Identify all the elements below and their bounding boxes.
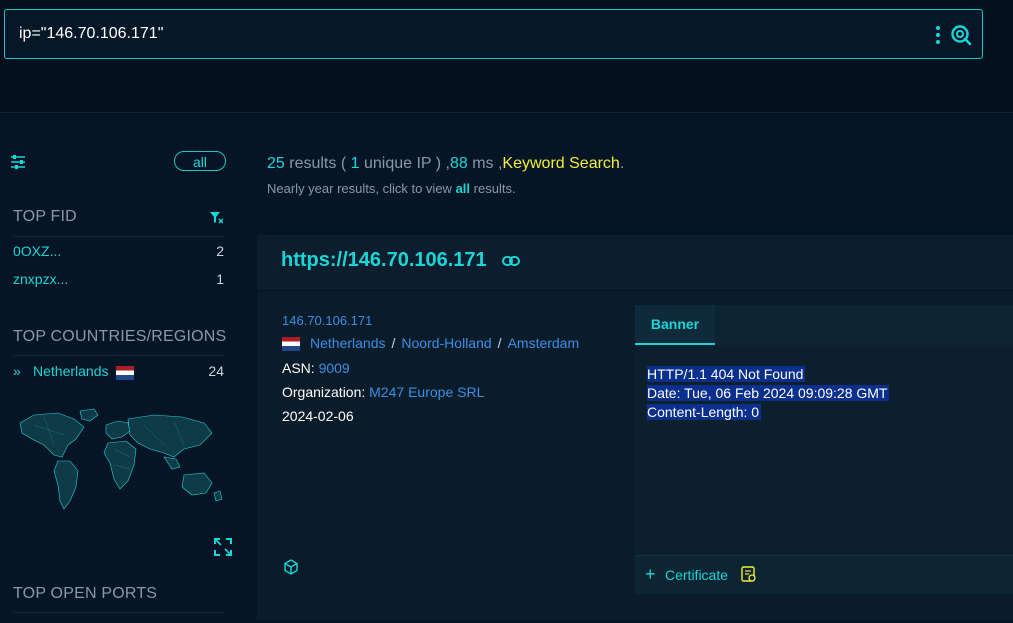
date-text: 2024-02-06 [282, 408, 354, 424]
separator: / [497, 335, 502, 351]
result-card: https://146.70.106.171 146.70.106.171 Ne… [257, 235, 1013, 620]
banner-content: HTTP/1.1 404 Not Found Date: Tue, 06 Feb… [635, 345, 1013, 555]
unique-word: unique IP ) , [363, 155, 450, 172]
results-main: 25 results ( 1 unique IP ) ,88 ms ,Keywo… [236, 113, 1013, 623]
divider [13, 355, 224, 356]
fid-count: 2 [216, 243, 224, 259]
divider [13, 236, 224, 237]
divider [13, 612, 224, 613]
organization-link[interactable]: M247 Europe SRL [369, 384, 484, 400]
netherlands-flag-icon [282, 337, 300, 352]
all-filter-button[interactable]: all [174, 151, 226, 171]
fid-item[interactable]: 0OXZ... 2 [13, 243, 224, 263]
ip-text[interactable]: 146.70.106.171 [282, 313, 372, 328]
subline-text-end: results. [473, 181, 516, 196]
top-bar: ip="146.70.106.171" [0, 0, 1013, 113]
plus-icon[interactable]: + [645, 564, 656, 585]
sidebar: all TOP FID 0OXZ... 2 znxpzx... 1 TOP CO… [0, 113, 236, 623]
link-icon[interactable] [502, 256, 520, 266]
search-icon[interactable] [950, 24, 972, 46]
fid-name[interactable]: 0OXZ... [13, 243, 61, 259]
view-all-link[interactable]: all [456, 181, 470, 196]
country-item[interactable]: » Netherlands 24 [13, 363, 224, 383]
chevron-right-icon: » [13, 363, 21, 379]
country-name[interactable]: Netherlands [33, 363, 109, 379]
banner-line: HTTP/1.1 404 Not Found [647, 366, 806, 382]
banner-line: Content-Length: 0 [647, 404, 762, 420]
location-line: Netherlands / Noord-Holland / Amsterdam [282, 335, 580, 352]
banner-text: HTTP/1.1 404 Not Found Date: Tue, 06 Feb… [647, 365, 890, 422]
fid-count: 1 [216, 271, 224, 287]
asn-label: ASN: [282, 360, 315, 376]
banner-panel: Banner HTTP/1.1 404 Not Found Date: Tue,… [635, 305, 1013, 594]
fid-item[interactable]: znxpzx... 1 [13, 271, 224, 291]
result-card-header: https://146.70.106.171 [257, 235, 1013, 291]
top-open-ports-title: TOP OPEN PORTS [13, 585, 158, 602]
country-link[interactable]: Netherlands [310, 335, 386, 351]
certificate-icon[interactable] [741, 566, 757, 583]
ms-word: ms , [472, 155, 503, 172]
search-input[interactable]: ip="146.70.106.171" [19, 25, 163, 43]
period: . [619, 155, 625, 172]
region-link[interactable]: Noord-Holland [401, 335, 491, 351]
results-word: results ( [289, 155, 347, 172]
ip-link[interactable]: 146.70.106.171 [282, 312, 372, 328]
expand-icon[interactable] [213, 537, 233, 557]
world-map[interactable] [14, 405, 224, 517]
organization-line: Organization: M247 Europe SRL [282, 384, 484, 400]
top-countries-title: TOP COUNTRIES/REGIONS [13, 328, 227, 345]
result-url-link[interactable]: https://146.70.106.171 [281, 249, 487, 272]
results-summary: 25 results ( 1 unique IP ) ,88 ms ,Keywo… [267, 155, 624, 173]
search-bar[interactable]: ip="146.70.106.171" [4, 9, 983, 59]
more-options-icon[interactable] [936, 26, 940, 44]
certificate-button[interactable]: Certificate [665, 567, 728, 583]
fid-name[interactable]: znxpzx... [13, 271, 68, 287]
result-count: 25 [267, 155, 285, 172]
banner-line: Date: Tue, 06 Feb 2024 09:09:28 GMT [647, 385, 890, 401]
search-mode-label: Keyword Search [502, 155, 620, 172]
tab-banner[interactable]: Banner [635, 305, 715, 345]
city-link[interactable]: Amsterdam [508, 335, 580, 351]
country-count: 24 [208, 363, 224, 379]
filter-settings-icon[interactable] [10, 155, 26, 169]
funnel-icon[interactable] [210, 211, 223, 224]
results-subline: Nearly year results, click to view all r… [267, 181, 516, 196]
top-fid-title: TOP FID [13, 208, 77, 225]
query-time: 88 [449, 155, 468, 172]
certificate-bar: + Certificate [635, 555, 1013, 594]
asn-line: ASN: 9009 [282, 360, 350, 376]
subline-text: Nearly year results, click to view [267, 181, 452, 196]
asn-link[interactable]: 9009 [319, 360, 350, 376]
cube-icon[interactable] [283, 559, 299, 575]
netherlands-flag-icon [116, 366, 134, 380]
separator: / [391, 335, 396, 351]
unique-count: 1 [350, 155, 360, 172]
organization-label: Organization: [282, 384, 366, 400]
